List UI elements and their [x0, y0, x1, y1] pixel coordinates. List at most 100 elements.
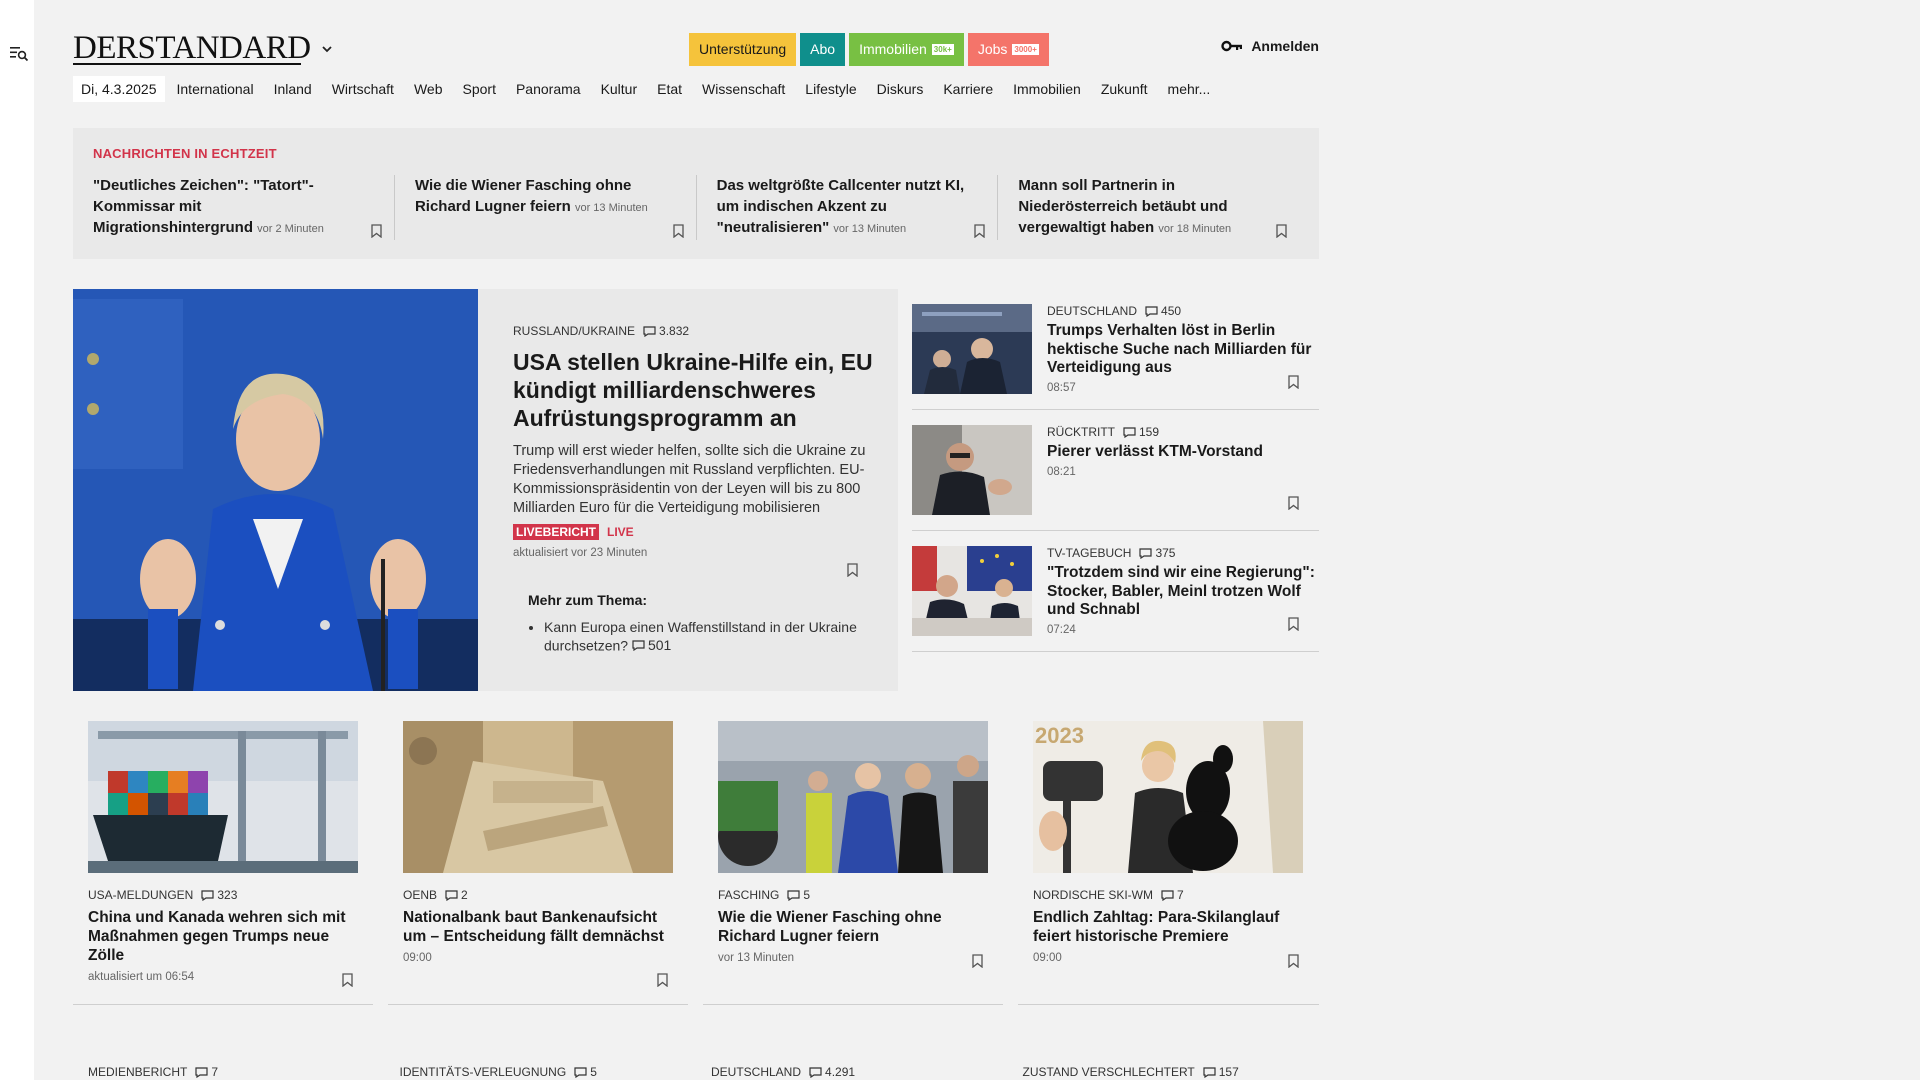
- article-thumbnail[interactable]: [912, 546, 1032, 636]
- nav-item-kultur[interactable]: Kultur: [601, 81, 638, 97]
- comment-count[interactable]: 159: [1123, 425, 1159, 439]
- article-time: 09:00: [403, 952, 432, 964]
- menu-search-icon[interactable]: [9, 44, 29, 62]
- bookmark-icon[interactable]: [672, 224, 684, 238]
- side-headline[interactable]: Pierer verlässt KTM-Vorstand: [1047, 443, 1263, 462]
- chevron-down-icon[interactable]: [320, 42, 334, 56]
- article-thumbnail[interactable]: [88, 721, 358, 873]
- card-kicker-label[interactable]: MEDIENBERICHT: [88, 1065, 187, 1079]
- live-row: LIVEBERICHT LIVE: [513, 524, 873, 540]
- nav-item-etat[interactable]: Etat: [657, 81, 682, 97]
- card-kicker-label[interactable]: NORDISCHE SKI-WM: [1033, 888, 1153, 902]
- comment-count[interactable]: 375: [1139, 546, 1175, 560]
- support-label: Unterstützung: [699, 41, 787, 57]
- bookmark-icon[interactable]: [972, 954, 983, 968]
- comment-count[interactable]: 2: [445, 888, 468, 902]
- ticker-item[interactable]: Wie die Wiener Fasching ohne Richard Lug…: [393, 175, 696, 240]
- bookmark-icon[interactable]: [1288, 496, 1299, 510]
- immobilien-button[interactable]: Immobilien 30k+: [849, 33, 964, 66]
- comment-count[interactable]: 501: [632, 636, 671, 654]
- card-headline[interactable]: China und Kanada wehren sich mit Maßnahm…: [88, 908, 358, 965]
- comment-count[interactable]: 5: [574, 1065, 597, 1079]
- card-kicker-label[interactable]: OENB: [403, 888, 437, 902]
- comment-count[interactable]: 3.832: [643, 324, 689, 338]
- comment-count[interactable]: 5: [787, 888, 810, 902]
- comment-count[interactable]: 450: [1145, 304, 1181, 318]
- login-button[interactable]: Anmelden: [1221, 38, 1319, 54]
- card-kicker-label[interactable]: USA-MELDUNGEN: [88, 888, 193, 902]
- nav-item-diskurs[interactable]: Diskurs: [877, 81, 924, 97]
- nav-item-zukunft[interactable]: Zukunft: [1101, 81, 1148, 97]
- nav-item-wissenschaft[interactable]: Wissenschaft: [702, 81, 785, 97]
- comment-count[interactable]: 323: [201, 888, 237, 902]
- article-card: OENB 2 Nationalbank baut Bankenaufsicht …: [388, 721, 688, 1005]
- nav-item-immobilien[interactable]: Immobilien: [1013, 81, 1081, 97]
- ticker-time: vor 13 Minuten: [574, 202, 648, 214]
- side-article-text: DEUTSCHLAND 450 Trumps Verhalten löst in…: [1047, 304, 1319, 394]
- bookmark-icon[interactable]: [657, 973, 668, 987]
- nav-item-inland[interactable]: Inland: [274, 81, 312, 97]
- site-logo[interactable]: DERSTANDARD: [73, 30, 311, 67]
- article-time: 08:21: [1047, 465, 1076, 478]
- bookmark-icon[interactable]: [1288, 617, 1299, 631]
- side-article: TV-TAGEBUCH 375 "Trotzdem sind wir eine …: [912, 531, 1319, 652]
- card-kicker-label[interactable]: IDENTITÄTS-VERLEUGNUNG: [400, 1065, 567, 1079]
- nav-item-more[interactable]: mehr...: [1168, 81, 1211, 97]
- comment-count[interactable]: 7: [1161, 888, 1184, 902]
- card-headline[interactable]: Wie die Wiener Fasching ohne Richard Lug…: [718, 908, 988, 946]
- nav-item-wirtschaft[interactable]: Wirtschaft: [332, 81, 394, 97]
- support-button[interactable]: Unterstützung: [689, 33, 797, 66]
- bookmark-icon[interactable]: [847, 563, 858, 577]
- ticker-time: vor 18 Minuten: [1158, 223, 1232, 235]
- side-kicker-label[interactable]: TV-TAGEBUCH: [1047, 546, 1131, 560]
- nav-item-karriere[interactable]: Karriere: [943, 81, 993, 97]
- article-time: 09:00: [1033, 952, 1062, 964]
- card-kicker-label[interactable]: ZUSTAND VERSCHLECHTERT: [1023, 1065, 1195, 1079]
- side-kicker-label[interactable]: RÜCKTRITT: [1047, 425, 1115, 439]
- immobilien-count-badge: 30k+: [931, 44, 954, 55]
- article-thumbnail[interactable]: 2023: [1033, 721, 1303, 873]
- card-headline[interactable]: Nationalbank baut Bankenaufsicht um – En…: [403, 908, 673, 946]
- page-content: DERSTANDARD Unterstützung Abo Immobilien…: [73, 0, 1319, 1079]
- article-thumbnail[interactable]: [912, 304, 1032, 394]
- nav-item-lifestyle[interactable]: Lifestyle: [805, 81, 856, 97]
- related-title: Mehr zum Thema:: [528, 592, 648, 608]
- hero-image[interactable]: [73, 289, 478, 691]
- card-kicker-label[interactable]: DEUTSCHLAND: [711, 1065, 801, 1079]
- comment-count[interactable]: 7: [195, 1065, 218, 1079]
- abo-button[interactable]: Abo: [800, 33, 846, 66]
- nav-item-sport[interactable]: Sport: [463, 81, 496, 97]
- side-kicker-label[interactable]: DEUTSCHLAND: [1047, 304, 1137, 318]
- comment-icon: [643, 325, 656, 337]
- ticker-item[interactable]: Mann soll Partnerin in Niederösterreich …: [997, 175, 1299, 240]
- article-thumbnail[interactable]: [718, 721, 988, 873]
- jobs-button[interactable]: Jobs 3000+: [967, 33, 1049, 66]
- ticker-item[interactable]: "Deutliches Zeichen": "Tatort"-Kommissar…: [93, 175, 394, 240]
- article-card: FASCHING 5 Wie die Wiener Fasching ohne …: [703, 721, 1003, 1005]
- comment-count[interactable]: 4.291: [809, 1065, 855, 1079]
- bookmark-icon[interactable]: [371, 224, 382, 238]
- related-item[interactable]: Kann Europa einen Waffenstillstand in de…: [544, 618, 868, 655]
- comment-count-value: 159: [1139, 425, 1160, 439]
- nav-item-web[interactable]: Web: [414, 81, 443, 97]
- ticker-item[interactable]: Das weltgrößte Callcenter nutzt KI, um i…: [695, 175, 998, 240]
- hero-updated: aktualisiert vor 23 Minuten: [513, 547, 648, 559]
- side-headline[interactable]: Trumps Verhalten löst in Berlin hektisch…: [1047, 322, 1319, 378]
- bookmark-icon[interactable]: [1288, 375, 1299, 389]
- article-thumbnail[interactable]: [403, 721, 673, 873]
- comment-count[interactable]: 157: [1203, 1065, 1239, 1079]
- card-kicker-label[interactable]: FASCHING: [718, 888, 779, 902]
- card-headline[interactable]: Endlich Zahltag: Para-Skilanglauf feiert…: [1033, 908, 1304, 946]
- nav-item-panorama[interactable]: Panorama: [516, 81, 581, 97]
- bookmark-icon[interactable]: [342, 973, 353, 987]
- side-headline[interactable]: "Trotzdem sind wir eine Regierung": Stoc…: [1047, 564, 1319, 620]
- nav-item-international[interactable]: International: [177, 81, 254, 97]
- card-kicker: IDENTITÄTS-VERLEUGNUNG 5: [385, 1065, 697, 1079]
- bookmark-icon[interactable]: [1288, 954, 1299, 968]
- hero-headline[interactable]: USA stellen Ukraine-Hilfe ein, EU kündig…: [513, 348, 873, 432]
- hero-kicker-label[interactable]: RUSSLAND/UKRAINE: [513, 324, 635, 338]
- bookmark-icon[interactable]: [974, 224, 985, 238]
- article-card: USA-MELDUNGEN 323 China und Kanada wehre…: [73, 721, 373, 1005]
- article-thumbnail[interactable]: [912, 425, 1032, 515]
- bookmark-icon[interactable]: [1276, 224, 1287, 238]
